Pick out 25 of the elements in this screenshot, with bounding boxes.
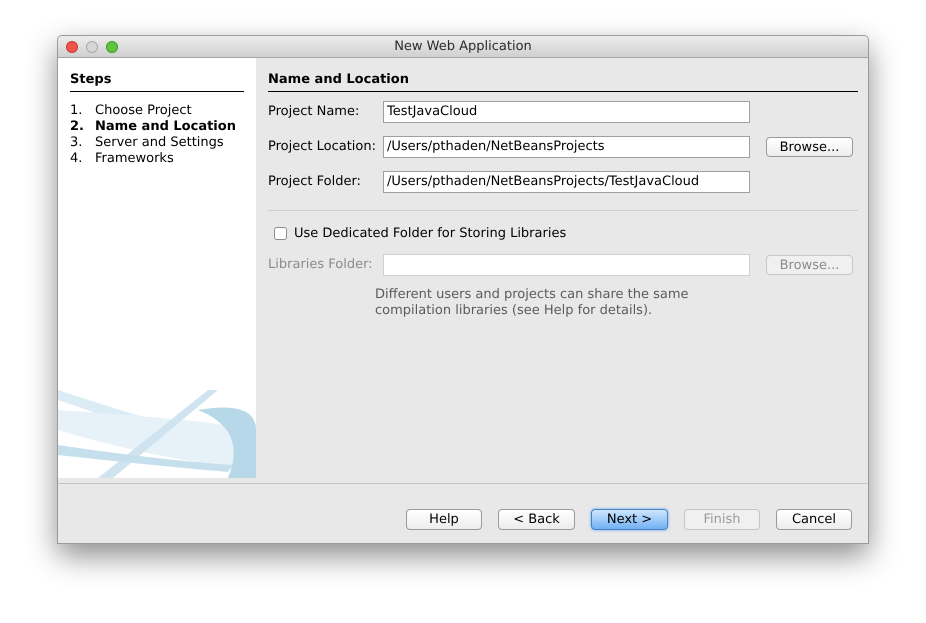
window-title: New Web Application [394,38,532,56]
dialog-button[interactable]: < Back [498,509,575,530]
step-item: 1. Choose Project [70,102,193,118]
step-item: 4. Frameworks [70,150,175,166]
help-note: Different users and projects can share the same compilation libraries (see Help for details). [375,286,690,318]
text-field[interactable]: /Users/pthaden/NetBeansProjects [383,136,750,158]
checkbox[interactable] [274,227,287,240]
field-label: Project Location: [268,138,377,156]
browse-button[interactable]: Browse... [766,137,853,157]
step-item: 3. Server and Settings [70,134,225,150]
close-icon[interactable] [66,40,78,52]
dialog-button[interactable]: Help [406,509,482,530]
field-label: Project Name: [268,103,360,122]
field-label: Libraries Folder: [268,256,374,274]
field-label: Project Folder: [268,173,362,192]
text-field[interactable]: TestJavaCloud [383,101,750,123]
next-button[interactable]: Next > [591,509,668,530]
step-item: 2. Name and Location [70,118,237,134]
dialog-button[interactable]: Cancel [776,509,852,530]
zoom-icon[interactable] [106,40,118,52]
text-field[interactable]: /Users/pthaden/NetBeansProjects/TestJavaCloud [383,171,750,193]
steps-heading: Steps [70,70,244,92]
checkbox-label: Use Dedicated Folder for Storing Libraries [294,224,566,243]
minimize-icon[interactable] [86,40,98,52]
panel-heading: Name and Location [268,70,858,92]
